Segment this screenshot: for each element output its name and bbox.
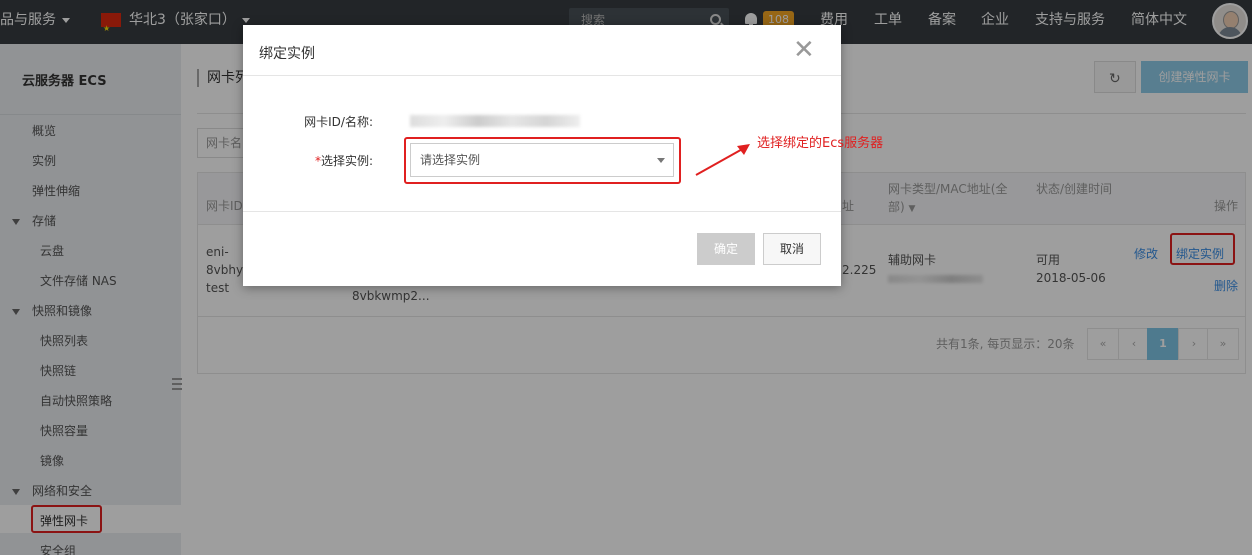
highlight-box (404, 137, 681, 184)
close-icon[interactable]: ✕ (793, 35, 815, 65)
instance-label-text: 选择实例: (320, 154, 373, 168)
eni-id-label: 网卡ID/名称: (304, 115, 373, 129)
eni-id-value (410, 115, 580, 127)
cancel-button[interactable]: 取消 (763, 233, 821, 265)
ok-button[interactable]: 确定 (697, 233, 755, 265)
divider (243, 75, 841, 76)
instance-label: *选择实例: (243, 152, 373, 169)
annotation-text: 选择绑定的Ecs服务器 (757, 136, 884, 151)
annotation-arrow-icon (695, 144, 750, 176)
divider (243, 211, 841, 212)
dialog-title: 绑定实例 (259, 46, 315, 62)
